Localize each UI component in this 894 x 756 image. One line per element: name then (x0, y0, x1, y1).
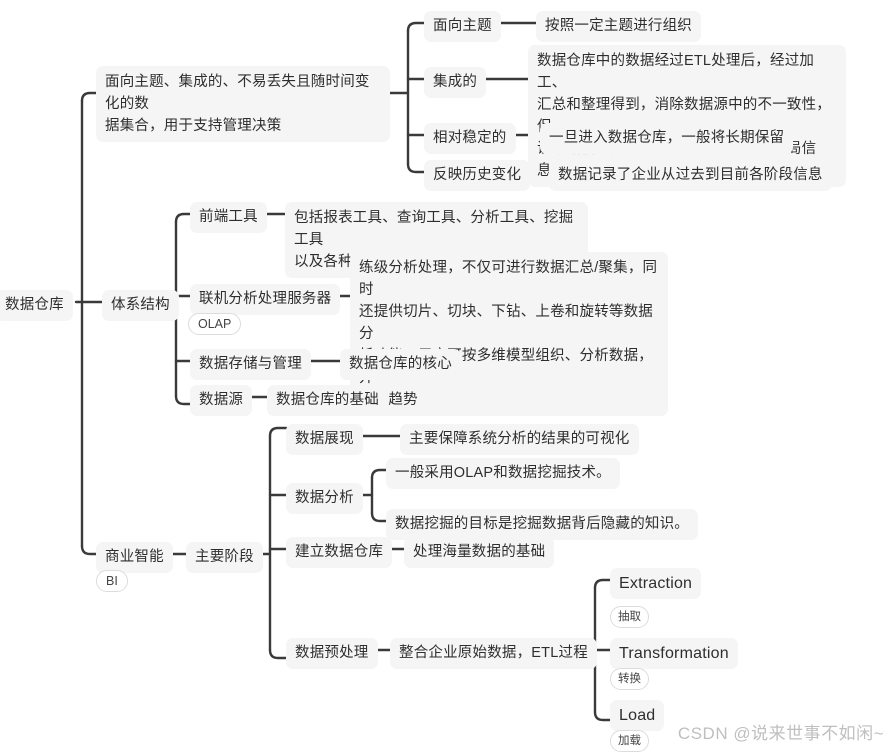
node-relatively-stable[interactable]: 相对稳定的 (424, 123, 516, 154)
node-integrated[interactable]: 集成的 (424, 67, 487, 98)
detail-data-source[interactable]: 数据仓库的基础 (267, 385, 388, 416)
detail-data-analysis-1[interactable]: 一般采用OLAP和数据挖掘技术。 (386, 458, 620, 489)
node-data-source[interactable]: 数据源 (190, 385, 253, 416)
mind-map-canvas: 数据仓库 面向主题、集成的、不易丢失且随时间变化的数 据集合，用于支持管理决策 … (0, 0, 894, 756)
detail-data-presentation[interactable]: 主要保障系统分析的结果的可视化 (400, 424, 639, 455)
detail-olap-server[interactable]: 练级分析处理，不仅可进行数据汇总/聚集，同时 还提供切片、切块、下钻、上卷和旋转… (350, 252, 668, 416)
node-data-analysis[interactable]: 数据分析 (286, 483, 363, 514)
node-etl-extraction[interactable]: Extraction (610, 568, 702, 599)
node-olap-server[interactable]: 联机分析处理服务器 (190, 284, 341, 315)
node-root[interactable]: 数据仓库 (0, 290, 73, 321)
node-subject-oriented[interactable]: 面向主题 (424, 11, 501, 42)
badge-etl-extraction[interactable]: 抽取 (610, 606, 649, 628)
detail-subject-oriented[interactable]: 按照一定主题进行组织 (536, 11, 701, 42)
node-etl-load[interactable]: Load (610, 700, 665, 731)
node-build-warehouse[interactable]: 建立数据仓库 (286, 537, 393, 568)
detail-storage-management[interactable]: 数据仓库的核心 (340, 349, 461, 380)
node-main-stages[interactable]: 主要阶段 (186, 542, 263, 573)
badge-etl-load[interactable]: 加载 (610, 730, 649, 752)
node-frontend-tools[interactable]: 前端工具 (190, 202, 267, 233)
node-historical-change[interactable]: 反映历史变化 (424, 160, 531, 191)
node-architecture[interactable]: 体系结构 (102, 290, 179, 321)
detail-historical-change[interactable]: 数据记录了企业从过去到目前各阶段信息 (549, 160, 832, 191)
detail-data-analysis-2[interactable]: 数据挖掘的目标是挖掘数据背后隐藏的知识。 (386, 509, 698, 540)
detail-relatively-stable[interactable]: 一旦进入数据仓库，一般将长期保留 (540, 123, 794, 154)
node-data-presentation[interactable]: 数据展现 (286, 424, 363, 455)
watermark: CSDN @说来世事不如闲~ (677, 724, 884, 743)
detail-build-warehouse[interactable]: 处理海量数据的基础 (404, 537, 555, 568)
detail-data-preprocessing[interactable]: 整合企业原始数据，ETL过程 (390, 638, 597, 669)
node-storage-management[interactable]: 数据存储与管理 (190, 349, 311, 380)
badge-bi[interactable]: BI (96, 570, 128, 592)
node-definition[interactable]: 面向主题、集成的、不易丢失且随时间变化的数 据集合，用于支持管理决策 (96, 66, 390, 142)
badge-olap[interactable]: OLAP (188, 313, 242, 335)
node-etl-transformation[interactable]: Transformation (610, 638, 738, 669)
badge-etl-transformation[interactable]: 转换 (610, 668, 649, 690)
node-business-intelligence[interactable]: 商业智能 (96, 542, 173, 573)
node-data-preprocessing[interactable]: 数据预处理 (286, 638, 378, 669)
